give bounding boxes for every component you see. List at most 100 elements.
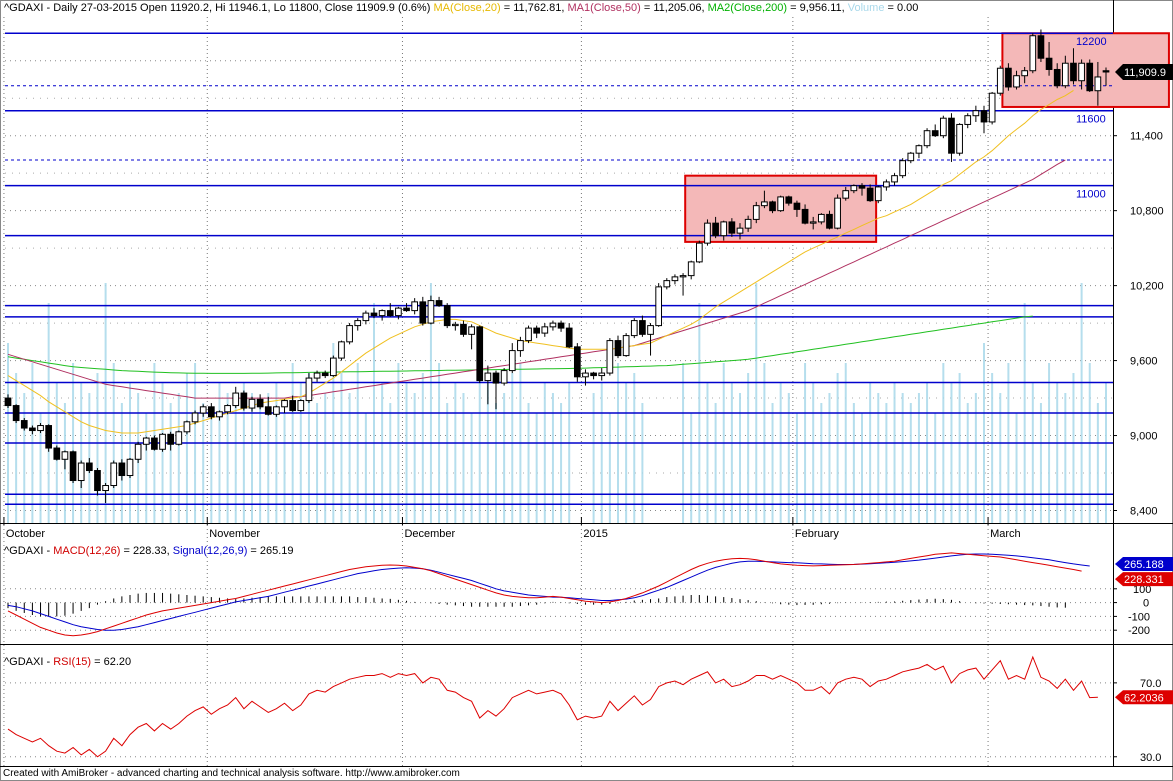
bullish-candle [630, 320, 638, 337]
volume-bar [958, 373, 961, 523]
bearish-candle [94, 470, 101, 492]
volume-bar [15, 373, 18, 523]
price-y-tick-label: 8,400 [1130, 506, 1158, 518]
bullish-candle [273, 406, 280, 415]
bearish-candle [118, 462, 126, 477]
bullish-candle [508, 350, 516, 372]
level-label: 12200 [1076, 36, 1107, 48]
price-y-tick-label: 9,600 [1130, 356, 1158, 368]
volume-bars [7, 283, 1107, 523]
volume-bar [543, 383, 546, 523]
bearish-candle [1070, 62, 1077, 82]
volume-bar [795, 413, 798, 523]
bullish-candle [484, 372, 492, 382]
bearish-candle [769, 201, 776, 212]
bearish-candle [565, 327, 573, 348]
volume-bar [210, 413, 213, 523]
bullish-candle [915, 145, 923, 154]
bearish-candle [45, 425, 53, 449]
volume-bar [861, 413, 863, 523]
bullish-candle [77, 462, 85, 482]
macd-y-tick-label: -200 [1128, 625, 1150, 637]
bearish-candle [419, 301, 427, 324]
ma50-line [7, 159, 1066, 399]
x-tick-label: February [795, 528, 840, 540]
signal-value-label: 265.188 [1124, 559, 1164, 571]
level-label: 11000 [1076, 189, 1106, 201]
bullish-candle [988, 92, 996, 123]
volume-bar [893, 383, 896, 523]
bearish-candle [1086, 62, 1094, 92]
bullish-candle [500, 370, 508, 384]
bullish-candle [61, 451, 69, 460]
bullish-candle [1061, 62, 1069, 87]
bullish-candle [842, 190, 850, 199]
volume-bar [1105, 383, 1107, 523]
price-y-tick-label: 10,200 [1130, 281, 1164, 293]
x-tick-label: November [209, 528, 260, 540]
x-tick-label: October [6, 528, 45, 540]
rsi-y-tick-label: 70.0 [1140, 678, 1161, 690]
bullish-candle [817, 213, 825, 223]
volume-bar [80, 383, 83, 523]
volume-bar [1015, 413, 1018, 523]
volume-bar [1080, 283, 1083, 523]
bullish-candle [679, 275, 687, 278]
volume-bar [381, 383, 384, 523]
bullish-candle [395, 307, 402, 317]
bullish-candle [525, 327, 532, 342]
bearish-candle [29, 427, 36, 432]
bullish-candle [411, 301, 419, 312]
stock-chart[interactable]: October November December 2015 February March… [0, 0, 1173, 781]
bearish-candle [826, 213, 833, 229]
bullish-candle [313, 372, 321, 379]
bearish-candle [151, 437, 158, 450]
bullish-candle [695, 242, 703, 263]
volume-bar [218, 383, 221, 523]
bearish-candle [533, 327, 541, 334]
bearish-candle [639, 320, 646, 335]
bullish-candle [671, 276, 679, 282]
volume-bar [1056, 383, 1059, 523]
volume-bar [983, 343, 985, 523]
chart-frame [0, 0, 1173, 781]
volume-bar [470, 413, 473, 523]
bullish-candle [720, 221, 728, 237]
bullish-candle [159, 433, 166, 450]
bullish-candle [582, 372, 589, 378]
bullish-candle [297, 400, 305, 412]
volume-bar [812, 383, 815, 523]
price-y-tick-label: 10,800 [1130, 206, 1164, 218]
bullish-candle [923, 130, 931, 147]
current-price-label: 11,909.9 [1124, 67, 1166, 79]
macd-histogram [7, 592, 1066, 617]
volume-bar [950, 383, 953, 523]
bullish-candle [468, 326, 475, 335]
bearish-candle [289, 400, 297, 412]
bullish-candle [199, 406, 207, 414]
volume-bar [1031, 383, 1034, 523]
volume-bar [161, 383, 164, 523]
volume-bar [568, 383, 571, 523]
level-label: 11600 [1076, 114, 1106, 126]
bullish-candle [1021, 70, 1029, 77]
bearish-candle [386, 310, 394, 317]
bullish-candle [102, 485, 109, 492]
bearish-candle [557, 322, 565, 329]
volume-bar [535, 413, 538, 523]
bullish-candle [704, 222, 711, 244]
signal-line [7, 553, 1090, 631]
macd-y-tick-label: -100 [1128, 611, 1150, 623]
volume-bar [600, 383, 603, 523]
bullish-candle [191, 412, 199, 423]
bullish-candle [362, 312, 370, 322]
bullish-candle [883, 181, 890, 188]
bullish-candle [907, 152, 915, 162]
bearish-candle [728, 221, 736, 234]
bullish-candle [1094, 76, 1102, 92]
volume-bar [145, 413, 148, 523]
bullish-candle [736, 227, 744, 234]
bearish-candle [264, 406, 272, 415]
macd-y-tick-label: 0 [1143, 598, 1149, 610]
bullish-candle [1078, 62, 1085, 82]
